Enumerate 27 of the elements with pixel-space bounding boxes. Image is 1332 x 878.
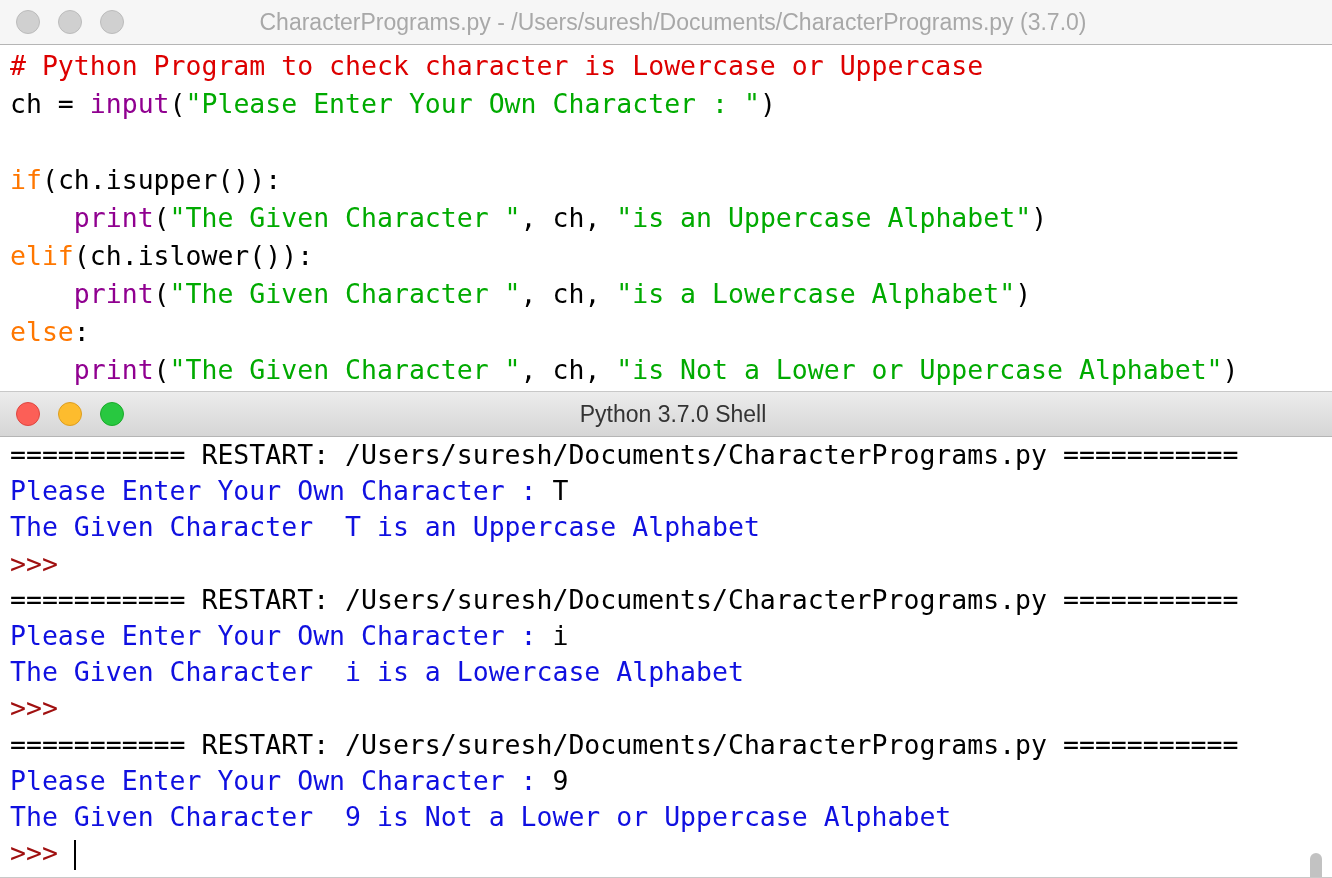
shell-line: Please Enter Your Own Character : 9 bbox=[10, 763, 569, 798]
window-title: Python 3.7.0 Shell bbox=[578, 400, 768, 428]
shell-line: =========== RESTART: /Users/suresh/Documents/CharacterPrograms.py =========== bbox=[10, 727, 1239, 762]
shell-line: >>> bbox=[10, 691, 58, 726]
code-line: else: bbox=[10, 315, 90, 349]
shell-line: =========== RESTART: /Users/suresh/Documents/CharacterPrograms.py =========== bbox=[10, 582, 1239, 617]
close-button[interactable] bbox=[16, 402, 40, 426]
shell-line: Please Enter Your Own Character : T bbox=[10, 474, 569, 509]
shell-line: The Given Character 9 is Not a Lower or Uppercase Alphabet bbox=[10, 799, 952, 834]
shell-line: Please Enter Your Own Character : i bbox=[10, 618, 569, 653]
text-cursor bbox=[73, 839, 76, 870]
shell-line: =========== RESTART: /Users/suresh/Documents/CharacterPrograms.py =========== bbox=[10, 438, 1239, 472]
code-line: ch = input("Please Enter Your Own Character : ") bbox=[10, 87, 776, 121]
scrollbar-thumb[interactable] bbox=[1310, 853, 1322, 877]
shell-line: The Given Character T is an Uppercase Alphabet bbox=[10, 510, 760, 545]
shell-line: The Given Character i is a Lowercase Alphabet bbox=[10, 655, 744, 690]
code-line: print("The Given Character ", ch, "is an Uppercase Alphabet") bbox=[73, 201, 1048, 235]
minimize-button[interactable] bbox=[58, 402, 82, 426]
code-line: # Python Program to check character is Lowercase or Uppercase bbox=[10, 49, 984, 83]
code-line: if(ch.isupper()): bbox=[10, 163, 282, 197]
shell-line: >>> bbox=[10, 546, 58, 581]
code-line: print("The Given Character ", ch, "is Not a Lower or Uppercase Alphabet") bbox=[73, 353, 1239, 387]
zoom-button[interactable] bbox=[100, 402, 124, 426]
shell-line: >>> bbox=[10, 835, 76, 872]
window-title: CharacterPrograms.py - /Users/suresh/Documents/CharacterPrograms.py (3.7.0) bbox=[258, 8, 1088, 36]
code-line: elif(ch.islower()): bbox=[10, 239, 314, 273]
code-line: print("The Given Character ", ch, "is a Lowercase Alphabet") bbox=[73, 277, 1032, 311]
